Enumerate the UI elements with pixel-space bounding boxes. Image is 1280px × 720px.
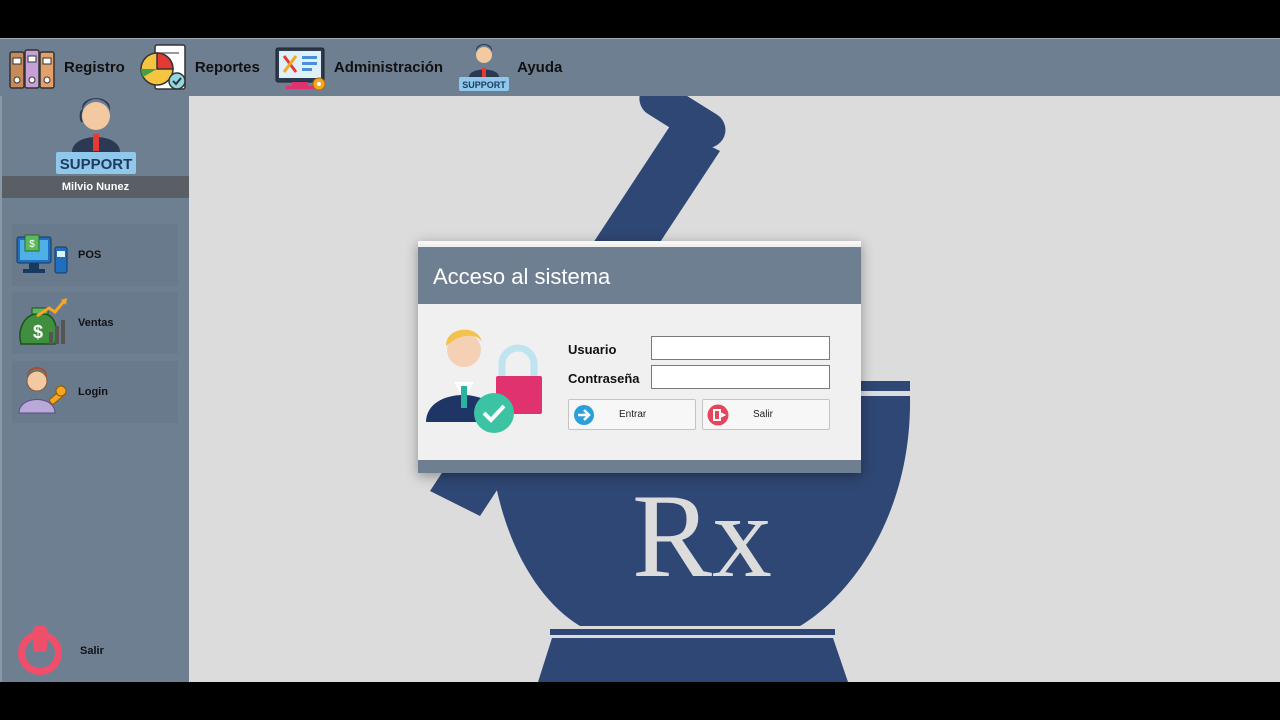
menu-ayuda-label: Ayuda <box>517 59 563 76</box>
dialog-footer <box>418 460 861 473</box>
binders-icon <box>9 48 55 89</box>
dialog-title: Acceso al sistema <box>433 264 611 289</box>
password-input[interactable] <box>651 365 830 389</box>
usuario-label: Usuario <box>568 342 617 357</box>
admin-tools-icon <box>275 47 326 90</box>
rx-symbol: Rx <box>632 469 772 602</box>
power-icon <box>18 626 62 675</box>
app-window: Rx Registro Reportes Administración SUPP… <box>0 38 1280 682</box>
exit-door-icon <box>707 404 729 425</box>
support-agent-icon: SUPPORT <box>459 43 510 91</box>
usuario-input[interactable] <box>651 336 830 360</box>
report-chart-icon <box>140 43 186 90</box>
sidebar: SUPPORT Milvio Nunez $ POS $ Ventas Logi… <box>0 96 189 682</box>
menu-administracion-label: Administración <box>333 59 444 76</box>
menu-registro-label: Registro <box>64 59 125 76</box>
enter-button-label: Entrar <box>619 409 647 420</box>
sidebar-item-ventas[interactable]: $ Ventas <box>12 292 178 354</box>
user-key-icon <box>14 364 70 420</box>
letterbox-bottom <box>0 682 1280 720</box>
sidebar-item-ventas-label: Ventas <box>78 317 114 329</box>
user-lock-icon <box>426 329 542 433</box>
pos-terminal-icon: $ <box>14 227 70 283</box>
exit-button[interactable]: Salir <box>702 399 830 430</box>
sidebar-exit-button[interactable]: Salir <box>14 621 180 681</box>
menu-ayuda[interactable]: SUPPORT Ayuda <box>457 39 562 97</box>
exit-button-label: Salir <box>753 409 774 420</box>
main-menubar: Registro Reportes Administración SUPPORT… <box>0 38 1280 96</box>
menu-registro[interactable]: Registro <box>8 39 125 97</box>
sidebar-item-pos[interactable]: $ POS <box>12 224 178 286</box>
dialog-header: Acceso al sistema <box>418 247 861 304</box>
menu-administracion[interactable]: Administración <box>274 39 443 97</box>
sidebar-item-pos-label: POS <box>78 249 102 261</box>
menu-reportes-label: Reportes <box>194 59 260 76</box>
avatar: SUPPORT <box>56 98 136 174</box>
password-label: Contraseña <box>568 371 640 386</box>
svg-text:$: $ <box>33 322 43 342</box>
user-name: Milvio Nunez <box>2 176 189 198</box>
avatar-support-text: SUPPORT <box>60 156 133 173</box>
sidebar-item-login-label: Login <box>78 386 108 398</box>
money-growth-icon: $ <box>14 295 70 351</box>
login-dialog: Acceso al sistema Usuario Contraseña Ent… <box>418 241 861 473</box>
support-icon-text: SUPPORT <box>462 80 506 90</box>
menu-reportes[interactable]: Reportes <box>139 39 260 97</box>
arrow-right-icon <box>574 404 594 425</box>
svg-text:$: $ <box>29 239 35 250</box>
letterbox-top <box>0 0 1280 38</box>
sidebar-item-login[interactable]: Login <box>12 361 178 423</box>
enter-button[interactable]: Entrar <box>568 399 696 430</box>
sidebar-exit-label: Salir <box>80 645 104 657</box>
